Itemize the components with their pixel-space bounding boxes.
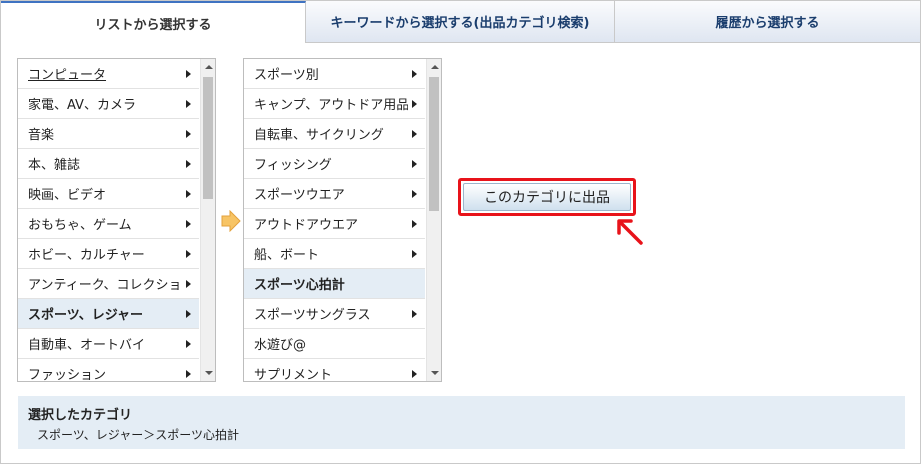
chevron-right-icon: [412, 159, 417, 168]
list-item-label: 自動車、オートバイ: [28, 338, 146, 353]
scroll-down-button[interactable]: [201, 365, 215, 381]
scroll-down-button[interactable]: [427, 365, 441, 381]
chevron-right-icon: [412, 309, 417, 318]
selected-category-title: 選択したカテゴリ: [28, 408, 133, 423]
chevron-right-icon: [186, 219, 191, 228]
chevron-right-icon: [186, 69, 191, 78]
list-item[interactable]: 水遊び@: [244, 329, 425, 359]
list-item[interactable]: 映画、ビデオ: [18, 179, 199, 209]
right-arrow-icon: [221, 210, 241, 232]
list-item-label: スポーツ、レジャー: [28, 308, 144, 323]
list-item[interactable]: 本、雑誌: [18, 149, 199, 179]
list-item-label: ファッション: [28, 368, 107, 382]
chevron-right-icon: [186, 279, 191, 288]
chevron-right-icon: [186, 99, 191, 108]
list-item-label: アウトドアウエア: [254, 218, 359, 233]
list-item-label: サプリメント: [254, 368, 333, 382]
list-item-label: 船、ボート: [254, 248, 320, 263]
scroll-up-button[interactable]: [427, 59, 441, 75]
list-item[interactable]: 自転車、サイクリング: [244, 119, 425, 149]
list-item[interactable]: キャンプ、アウトドア用品: [244, 89, 425, 119]
category-list-level2-items: スポーツ別 キャンプ、アウトドア用品 自転車、サイクリング フィッシング スポー…: [244, 59, 425, 382]
list-item[interactable]: 家電、AV、カメラ: [18, 89, 199, 119]
scroll-up-button[interactable]: [201, 59, 215, 75]
tab-list-select[interactable]: リストから選択する: [1, 1, 306, 43]
list-item[interactable]: アンティーク、コレクション: [18, 269, 199, 299]
list-item-selected[interactable]: スポーツ、レジャー: [18, 299, 199, 329]
list-item[interactable]: 船、ボート: [244, 239, 425, 269]
list-item[interactable]: スポーツサングラス: [244, 299, 425, 329]
scrollbar[interactable]: [200, 59, 215, 381]
category-selector: リストから選択する キーワードから選択する(出品カテゴリ検索) 履歴から選択する…: [0, 0, 921, 464]
selected-category-path: スポーツ、レジャー＞スポーツ心拍計: [37, 428, 239, 442]
list-item-label: コンピュータ: [28, 68, 107, 83]
chevron-right-icon: [186, 369, 191, 378]
chevron-right-icon: [412, 189, 417, 198]
list-item-label: おもちゃ、ゲーム: [28, 218, 132, 233]
category-list-level1[interactable]: コンピュータ 家電、AV、カメラ 音楽 本、雑誌 映画、ビデオ おもちゃ、ゲーム: [17, 58, 216, 382]
list-item[interactable]: コンピュータ: [18, 59, 199, 89]
list-item[interactable]: サプリメント: [244, 359, 425, 382]
chevron-right-icon: [412, 69, 417, 78]
list-item-label: 家電、AV、カメラ: [28, 98, 136, 113]
scroll-down-icon: [204, 371, 213, 375]
list-item[interactable]: おもちゃ、ゲーム: [18, 209, 199, 239]
list-item-label: 音楽: [28, 128, 55, 143]
list-item-label: スポーツウエア: [254, 188, 345, 203]
list-item[interactable]: 音楽: [18, 119, 199, 149]
scroll-thumb[interactable]: [203, 77, 213, 199]
list-item[interactable]: ホビー、カルチャー: [18, 239, 199, 269]
list-item[interactable]: ファッション: [18, 359, 199, 382]
scroll-down-icon: [430, 371, 439, 375]
list-item-label: 水遊び@: [254, 338, 307, 353]
chevron-right-icon: [186, 249, 191, 258]
list-item[interactable]: アウトドアウエア: [244, 209, 425, 239]
list-item[interactable]: フィッシング: [244, 149, 425, 179]
pointer-arrow-icon: [617, 219, 643, 245]
chevron-right-icon: [412, 249, 417, 258]
category-list-level2[interactable]: スポーツ別 キャンプ、アウトドア用品 自転車、サイクリング フィッシング スポー…: [243, 58, 442, 382]
list-item-label: キャンプ、アウトドア用品: [254, 98, 408, 113]
list-item[interactable]: 自動車、オートバイ: [18, 329, 199, 359]
chevron-right-icon: [186, 309, 191, 318]
list-item-label: アンティーク、コレクション: [28, 278, 182, 293]
chevron-right-icon: [186, 129, 191, 138]
chevron-right-icon: [186, 159, 191, 168]
chevron-right-icon: [186, 189, 191, 198]
list-item-label: スポーツ心拍計: [254, 278, 345, 293]
tab-keyword-select[interactable]: キーワードから選択する(出品カテゴリ検索): [306, 1, 615, 43]
list-item-label: 映画、ビデオ: [28, 188, 107, 203]
list-item[interactable]: スポーツウエア: [244, 179, 425, 209]
tab-history-select[interactable]: 履歴から選択する: [615, 1, 920, 43]
list-item-label: 自転車、サイクリング: [254, 128, 384, 143]
chevron-right-icon: [412, 369, 417, 378]
tab-bar: リストから選択する キーワードから選択する(出品カテゴリ検索) 履歴から選択する: [1, 1, 920, 43]
selected-category-panel: 選択したカテゴリ スポーツ、レジャー＞スポーツ心拍計: [18, 396, 905, 449]
list-item-label: フィッシング: [254, 158, 332, 173]
scrollbar[interactable]: [426, 59, 441, 381]
chevron-right-icon: [412, 99, 417, 108]
list-item-label: 本、雑誌: [28, 158, 81, 173]
chevron-right-icon: [412, 129, 417, 138]
chevron-right-icon: [412, 219, 417, 228]
list-item-label: スポーツ別: [254, 68, 319, 83]
list-item-label: ホビー、カルチャー: [28, 248, 145, 263]
list-in-category-button[interactable]: このカテゴリに出品: [463, 183, 631, 211]
scroll-up-icon: [430, 65, 439, 69]
list-item-selected[interactable]: スポーツ心拍計: [244, 269, 425, 299]
scroll-up-icon: [204, 65, 213, 69]
scroll-thumb[interactable]: [429, 77, 439, 211]
chevron-right-icon: [186, 339, 191, 348]
list-item[interactable]: スポーツ別: [244, 59, 425, 89]
list-item-label: スポーツサングラス: [254, 308, 371, 323]
category-list-level1-items: コンピュータ 家電、AV、カメラ 音楽 本、雑誌 映画、ビデオ おもちゃ、ゲーム: [18, 59, 199, 382]
submit-highlight: このカテゴリに出品: [458, 178, 636, 216]
